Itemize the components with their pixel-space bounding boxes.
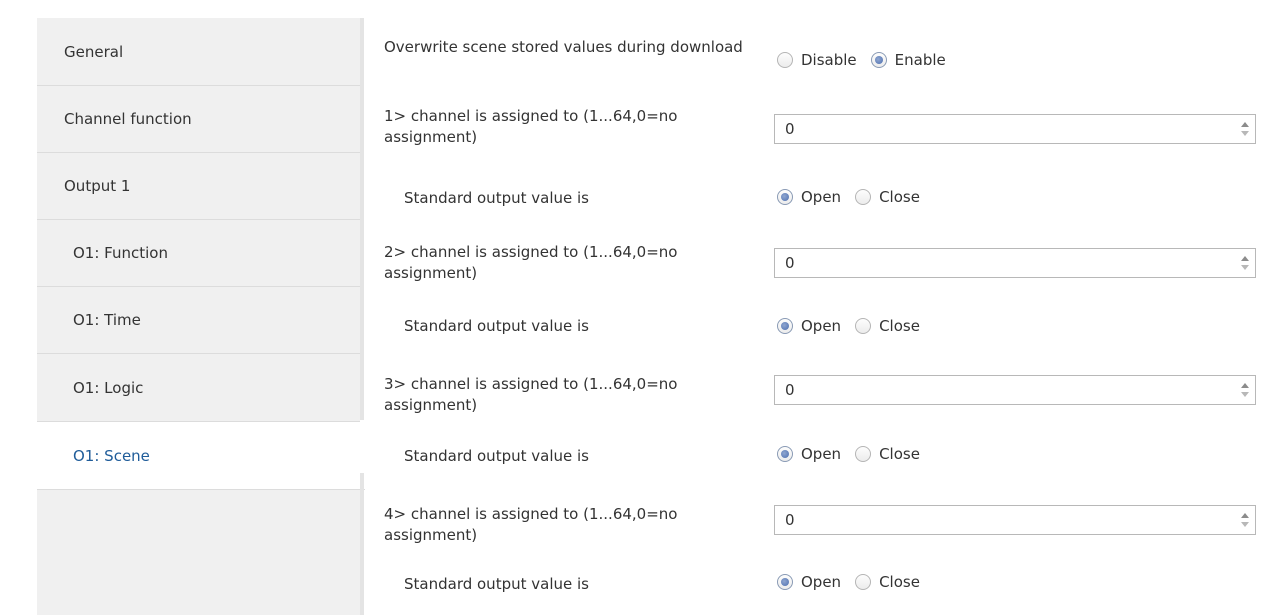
channel-3-assign-input[interactable] (775, 376, 1230, 404)
channel-1-assign-input[interactable] (775, 115, 1230, 143)
channel-3-assign-spinbox (774, 375, 1256, 405)
sidebar-nav: General Channel function Output 1 O1: Fu… (37, 18, 365, 615)
sidebar-item-label: O1: Logic (73, 378, 144, 397)
sidebar-item-label: General (64, 42, 124, 61)
channel-4-std-output-radio-group: Open Close (777, 570, 934, 594)
channel-2-close-radio[interactable]: Close (855, 317, 920, 335)
spin-down-icon[interactable] (1241, 522, 1249, 527)
channel-3-assign-label: 3> channel is assigned to (1...64,0=no a… (384, 375, 678, 414)
channel-4-std-output-label: Standard output value is (404, 575, 589, 593)
sidebar-item-label: O1: Function (73, 244, 168, 262)
overwrite-disable-radio[interactable]: Disable (777, 51, 857, 69)
radio-unchecked-icon (855, 574, 872, 590)
channel-2-std-output-label: Standard output value is (404, 317, 589, 335)
channel-3-std-output-radio-group: Open Close (777, 442, 934, 466)
overwrite-scene-label: Overwrite scene stored values during dow… (384, 38, 743, 56)
spin-buttons (1239, 380, 1251, 400)
sidebar-item-o1-scene[interactable]: O1: Scene (37, 422, 365, 490)
radio-label: Enable (894, 51, 946, 69)
channel-4-assign-input[interactable] (775, 506, 1230, 534)
radio-unchecked-icon (855, 318, 872, 334)
channel-1-std-output-label: Standard output value is (404, 189, 589, 207)
channel-2-assign-spinbox (774, 248, 1256, 278)
channel-1-assign-spinbox (774, 114, 1256, 144)
spin-up-icon[interactable] (1241, 383, 1249, 388)
radio-unchecked-icon (777, 52, 793, 68)
overwrite-enable-radio[interactable]: Enable (870, 51, 946, 69)
overwrite-scene-radio-group: Disable Enable (777, 48, 960, 72)
channel-3-open-radio[interactable]: Open (777, 445, 841, 463)
radio-unchecked-icon (855, 446, 872, 462)
sidebar-item-o1-function[interactable]: O1: Function (37, 220, 363, 287)
sidebar-item-label: O1: Scene (73, 446, 150, 465)
channel-3-std-output-label: Standard output value is (404, 447, 589, 465)
radio-label: Open (801, 445, 842, 463)
channel-1-open-radio[interactable]: Open (777, 188, 841, 206)
radio-label: Close (879, 445, 920, 463)
sidebar-item-o1-logic[interactable]: O1: Logic (37, 354, 363, 422)
channel-1-assign-label: 1> channel is assigned to (1...64,0=no a… (384, 107, 678, 146)
radio-label: Disable (801, 51, 857, 69)
channel-2-assign-input[interactable] (775, 249, 1230, 277)
channel-2-std-output-radio-group: Open Close (777, 314, 934, 338)
radio-label: Open (801, 317, 842, 335)
spin-buttons (1239, 510, 1251, 530)
radio-checked-icon (777, 318, 793, 334)
channel-4-close-radio[interactable]: Close (855, 573, 920, 591)
radio-label: Close (879, 188, 920, 206)
spin-down-icon[interactable] (1241, 265, 1249, 270)
spin-up-icon[interactable] (1241, 513, 1249, 518)
spin-up-icon[interactable] (1241, 122, 1249, 127)
sidebar-item-output-1[interactable]: Output 1 (37, 153, 363, 220)
sidebar-item-o1-time[interactable]: O1: Time (37, 287, 363, 354)
spin-buttons (1239, 119, 1251, 139)
channel-4-open-radio[interactable]: Open (777, 573, 841, 591)
radio-label: Open (801, 573, 842, 591)
channel-2-assign-label: 2> channel is assigned to (1...64,0=no a… (384, 243, 678, 282)
channel-4-assign-label: 4> channel is assigned to (1...64,0=no a… (384, 505, 678, 544)
channel-1-close-radio[interactable]: Close (855, 188, 920, 206)
channel-4-assign-spinbox (774, 505, 1256, 535)
spin-buttons (1239, 253, 1251, 273)
radio-checked-icon (870, 52, 887, 68)
radio-unchecked-icon (855, 189, 872, 205)
spin-up-icon[interactable] (1241, 256, 1249, 261)
sidebar-item-label: Output 1 (64, 177, 131, 195)
radio-label: Open (801, 188, 842, 206)
parameter-panel: Overwrite scene stored values during dow… (364, 18, 1262, 615)
sidebar-item-channel-function[interactable]: Channel function (37, 86, 363, 153)
radio-checked-icon (777, 446, 793, 462)
radio-label: Close (879, 573, 920, 591)
radio-checked-icon (777, 189, 793, 205)
spin-down-icon[interactable] (1241, 131, 1249, 136)
spin-down-icon[interactable] (1241, 392, 1249, 397)
radio-checked-icon (777, 574, 793, 590)
radio-label: Close (879, 317, 920, 335)
parameter-window: General Channel function Output 1 O1: Fu… (0, 0, 1276, 615)
sidebar-item-label: Channel function (64, 110, 192, 128)
sidebar-item-general[interactable]: General (37, 18, 363, 86)
channel-1-std-output-radio-group: Open Close (777, 185, 934, 209)
channel-2-open-radio[interactable]: Open (777, 317, 841, 335)
channel-3-close-radio[interactable]: Close (855, 445, 920, 463)
sidebar-item-label: O1: Time (73, 311, 141, 329)
